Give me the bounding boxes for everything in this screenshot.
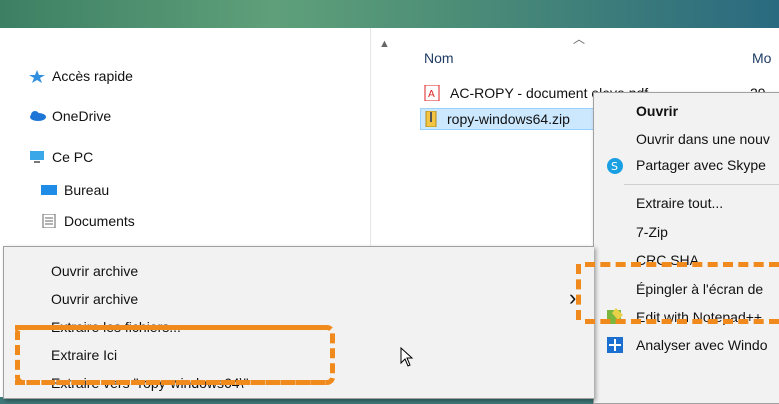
nav-item-documents[interactable]: Documents (40, 213, 135, 229)
star-icon (28, 69, 46, 83)
nav-label: Documents (64, 213, 135, 229)
menu-item-pin-start[interactable]: Épingler à l'écran de (636, 281, 763, 297)
highlight-vertical-connector (576, 264, 581, 320)
highlight-extract-all-line (585, 262, 779, 267)
computer-icon (28, 150, 46, 164)
highlight-crc-line (585, 319, 779, 324)
highlight-extract-here (15, 325, 335, 385)
nav-label: OneDrive (52, 108, 112, 124)
zip-icon (425, 110, 439, 128)
window-top-strip (0, 0, 779, 28)
column-header-modified[interactable]: Mo (752, 50, 771, 66)
documents-icon (40, 213, 58, 229)
nav-label: Accès rapide (52, 68, 133, 84)
nav-item-this-pc[interactable]: Ce PC (28, 149, 93, 165)
file-name: ropy-windows64.zip (447, 111, 570, 127)
submenu-open-archive-2[interactable]: Ouvrir archive (51, 291, 138, 307)
svg-text:S: S (611, 160, 618, 173)
scroll-up-icon[interactable]: ▲ (379, 38, 390, 50)
svg-text:A: A (428, 89, 435, 100)
cloud-icon (28, 109, 46, 123)
submenu-open-archive[interactable]: Ouvrir archive (51, 263, 138, 279)
menu-item-7zip[interactable]: 7-Zip (636, 224, 668, 240)
menu-separator (624, 184, 779, 185)
nav-label: Bureau (64, 182, 110, 198)
nav-item-desktop[interactable]: Bureau (40, 182, 109, 198)
sort-caret-icon: ︿ (573, 32, 586, 46)
mouse-cursor-icon (400, 346, 414, 372)
column-header-name[interactable]: Nom (424, 50, 454, 66)
highlight-extract-files-line (15, 325, 325, 330)
menu-item-extract-all[interactable]: Extraire tout... (636, 195, 723, 211)
file-explorer: Accès rapide OneDrive Ce PC Bureau Docum… (0, 28, 779, 404)
menu-item-open-new[interactable]: Ouvrir dans une nouv (636, 131, 770, 147)
context-menu: Ouvrir Ouvrir dans une nouv S Partager a… (593, 92, 779, 404)
nav-item-quick-access[interactable]: Accès rapide (28, 68, 133, 84)
file-row-zip[interactable]: ropy-windows64.zip (420, 108, 596, 130)
defender-icon (606, 336, 624, 359)
highlight-extract-to-line (15, 380, 325, 385)
nav-label: Ce PC (52, 149, 94, 165)
desktop-icon (40, 183, 58, 197)
menu-item-share-skype[interactable]: Partager avec Skype (636, 157, 766, 173)
pdf-icon: A (424, 84, 442, 102)
menu-item-defender[interactable]: Analyser avec Windo (636, 337, 768, 353)
menu-item-open[interactable]: Ouvrir (636, 103, 678, 119)
skype-icon: S (606, 157, 624, 180)
nav-item-onedrive[interactable]: OneDrive (28, 108, 111, 124)
